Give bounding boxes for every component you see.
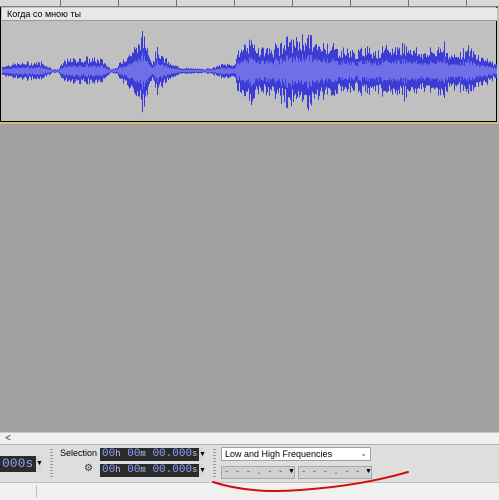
snap-gear-icon[interactable]: ⚙: [84, 464, 94, 474]
clip-name: Когда со мною ты: [7, 9, 81, 19]
low-frequency-value: - - - . - - -: [224, 467, 295, 477]
chevron-down-icon: ⌄: [360, 449, 367, 458]
time-format-dropdown-icon[interactable]: ▼: [36, 456, 43, 472]
selection-end-format-dropdown-icon[interactable]: ▼: [199, 464, 206, 477]
selection-start-format-dropdown-icon[interactable]: ▼: [199, 448, 206, 461]
clip-frame: Когда со мною ты: [0, 7, 497, 122]
empty-track-area[interactable]: [0, 126, 499, 432]
selection-start-time[interactable]: 00h 00m 00.000s: [100, 448, 199, 461]
audio-track[interactable]: Когда со мною ты: [0, 7, 499, 124]
high-frequency-value: - - - . - - -: [301, 467, 372, 477]
clip-header[interactable]: Когда со мною ты: [2, 8, 497, 21]
status-bar: [0, 482, 499, 500]
spectral-mode-value: Low and High Frequencies: [225, 449, 333, 459]
high-frequency-field[interactable]: - - - . - - - kHz: [298, 466, 372, 479]
waveform-peaks: [2, 30, 497, 113]
high-frequency-dropdown-icon[interactable]: ▼: [365, 467, 372, 477]
low-frequency-field[interactable]: - - - . - - - kHz: [221, 466, 295, 479]
toolbar-grip[interactable]: [50, 449, 53, 479]
toolbar-grip[interactable]: [213, 449, 216, 479]
spectral-mode-select[interactable]: Low and High Frequencies ⌄: [221, 447, 371, 461]
selection-label: Selection: [60, 448, 98, 458]
selection-end-time[interactable]: 00h 00m 00.000s: [100, 464, 199, 477]
waveform[interactable]: [2, 21, 497, 121]
timeline-ruler[interactable]: [0, 0, 499, 7]
low-frequency-dropdown-icon[interactable]: ▼: [288, 467, 295, 477]
